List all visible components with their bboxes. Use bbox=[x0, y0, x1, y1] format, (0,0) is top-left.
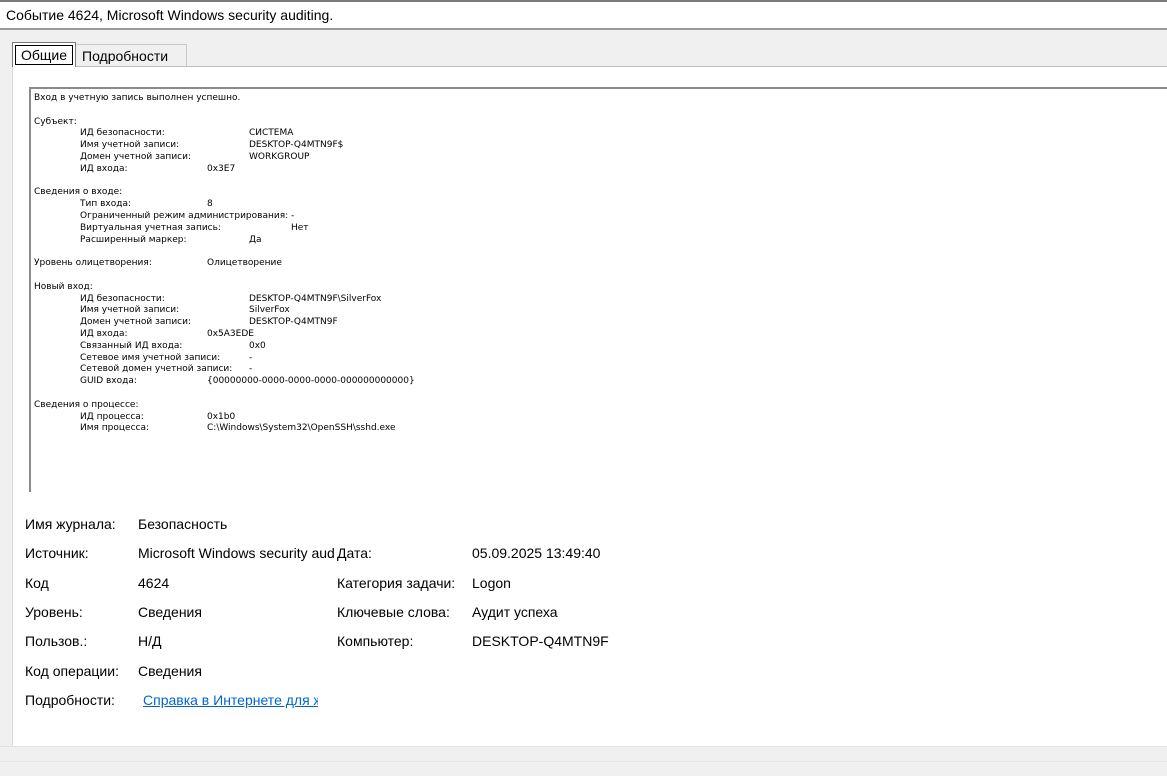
computer-label: Компьютер: bbox=[337, 633, 414, 649]
level-label: Уровень: bbox=[25, 604, 83, 620]
computer-value[interactable]: DESKTOP-Q4MTN9F bbox=[472, 632, 609, 650]
keywords-value[interactable]: Аудит успеха bbox=[472, 603, 558, 621]
status-bar bbox=[0, 746, 1167, 776]
task-category-value[interactable]: Logon bbox=[472, 574, 511, 592]
event-properties: Имя журнала: Безопасность Источник: Micr… bbox=[13, 67, 1167, 747]
log-name-value[interactable]: Безопасность bbox=[138, 515, 227, 533]
date-label: Дата: bbox=[337, 545, 372, 561]
online-help-link[interactable]: Справка в Интернете для журнала bbox=[143, 691, 318, 709]
tab-general-label: Общие bbox=[15, 45, 73, 65]
tab-details[interactable]: Подробности bbox=[76, 44, 187, 66]
event-code-value[interactable]: 4624 bbox=[138, 574, 169, 592]
log-name-label: Имя журнала: bbox=[25, 516, 116, 532]
date-value[interactable]: 05.09.2025 13:49:40 bbox=[472, 544, 600, 562]
tab-general[interactable]: Общие bbox=[12, 42, 76, 67]
more-info-label: Подробности: bbox=[25, 692, 115, 708]
opcode-label: Код операции: bbox=[25, 663, 119, 679]
keywords-label: Ключевые слова: bbox=[337, 604, 450, 620]
source-label: Источник: bbox=[25, 545, 89, 561]
tab-panel-general: Вход в учетную запись выполнен успешно. С… bbox=[12, 66, 1167, 746]
user-label: Пользов.: bbox=[25, 633, 88, 649]
user-value[interactable]: Н/Д bbox=[138, 632, 161, 650]
level-value[interactable]: Сведения bbox=[138, 603, 202, 621]
event-code-label: Код bbox=[25, 575, 49, 591]
opcode-value[interactable]: Сведения bbox=[138, 662, 202, 680]
source-value[interactable]: Microsoft Windows security auditing. bbox=[138, 544, 334, 562]
event-title: Событие 4624, Microsoft Windows security… bbox=[6, 7, 334, 23]
event-header-bar: Событие 4624, Microsoft Windows security… bbox=[0, 2, 1167, 30]
task-category-label: Категория задачи: bbox=[337, 575, 456, 591]
